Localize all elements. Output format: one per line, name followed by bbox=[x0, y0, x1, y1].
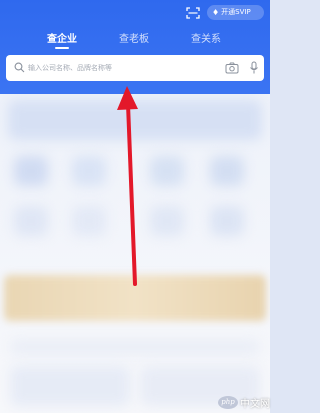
open-svip-button[interactable]: ♦ 开通SVIP bbox=[207, 5, 264, 20]
mic-icon[interactable] bbox=[249, 61, 259, 75]
diamond-icon: ♦ bbox=[212, 8, 220, 17]
active-tab-indicator bbox=[55, 47, 69, 49]
blurred-icon bbox=[150, 206, 184, 236]
promo-banner bbox=[4, 275, 266, 321]
watermark: php 中文网 bbox=[218, 394, 270, 410]
search-box[interactable] bbox=[6, 55, 264, 81]
open-svip-label: 开通SVIP bbox=[221, 8, 251, 16]
camera-icon[interactable] bbox=[225, 62, 239, 74]
php-logo: php bbox=[218, 395, 238, 409]
blurred-icon bbox=[150, 156, 184, 186]
tab-company[interactable]: 查企业 bbox=[47, 30, 77, 45]
tab-boss[interactable]: 查老板 bbox=[119, 30, 149, 45]
watermark-text: 中文网 bbox=[240, 398, 270, 410]
blurred-icon bbox=[210, 156, 244, 186]
header-bar: ♦ 开通SVIP 查企业 查老板 查关系 bbox=[0, 0, 270, 94]
blurred-page-content bbox=[0, 94, 270, 413]
search-input[interactable] bbox=[28, 59, 213, 77]
blurred-icon bbox=[72, 156, 106, 186]
blurred-card bbox=[10, 366, 130, 406]
blurred-card bbox=[8, 100, 262, 140]
tab-relation[interactable]: 查关系 bbox=[191, 30, 221, 45]
blurred-row bbox=[10, 340, 260, 354]
scan-icon[interactable] bbox=[186, 7, 200, 19]
blurred-icon bbox=[14, 156, 48, 186]
blurred-icon bbox=[14, 206, 48, 236]
search-icon bbox=[14, 62, 25, 73]
blurred-icon bbox=[72, 206, 106, 236]
blurred-icon bbox=[210, 206, 244, 236]
search-type-tabs: 查企业 查老板 查关系 bbox=[0, 30, 270, 49]
